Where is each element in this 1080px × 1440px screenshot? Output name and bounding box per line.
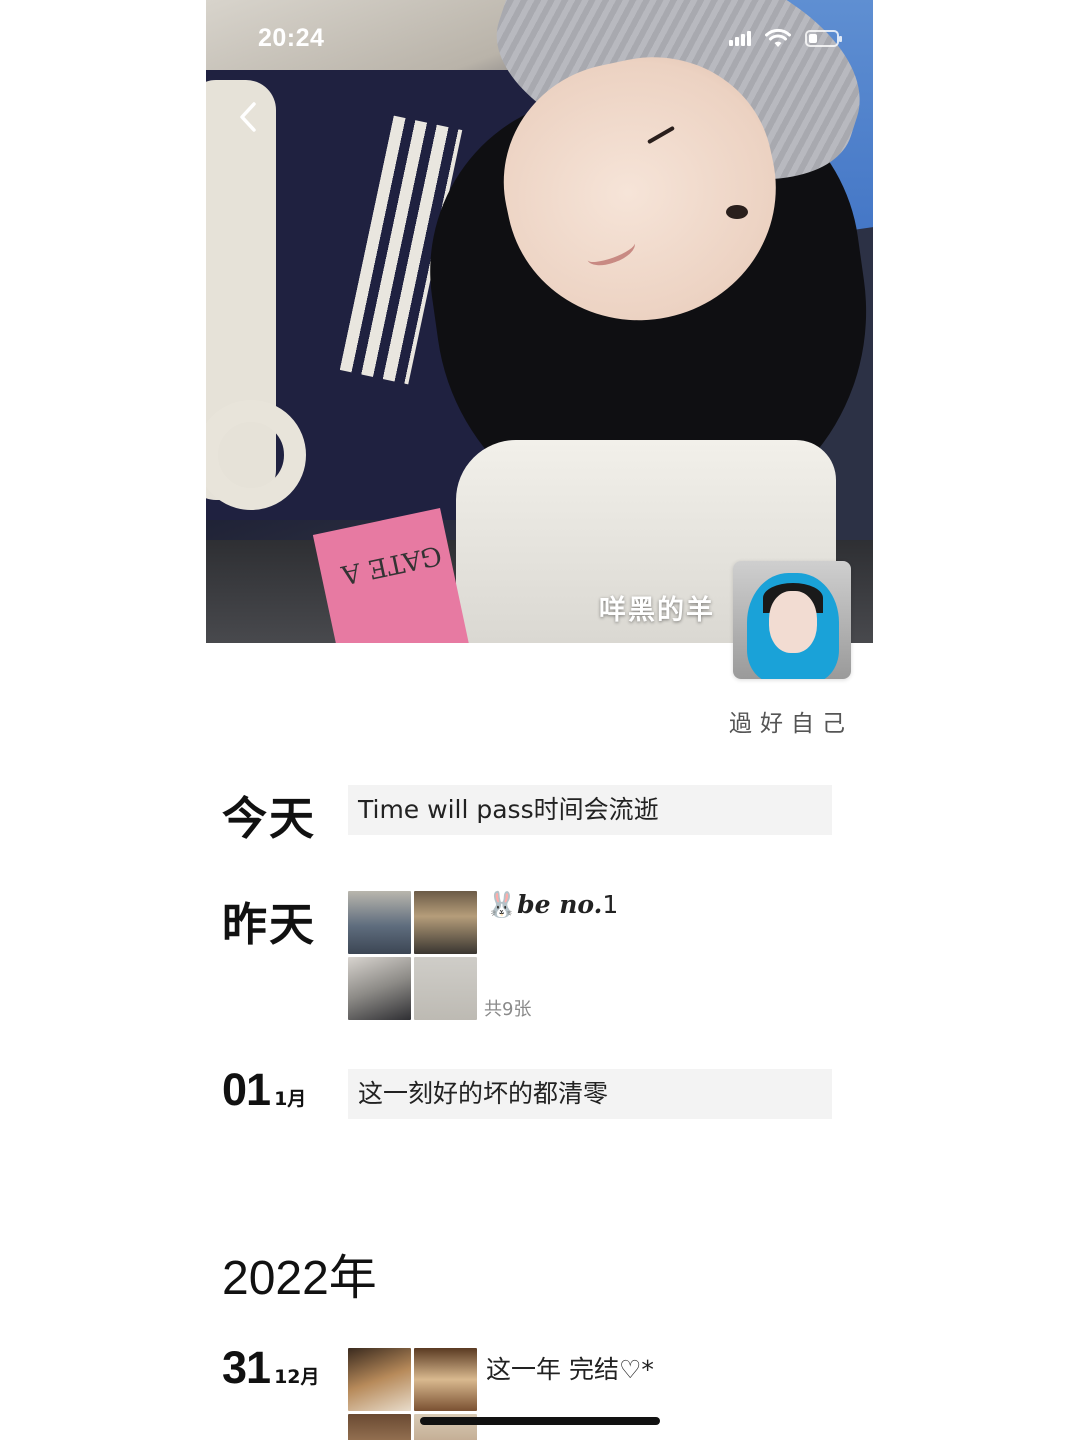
text-post[interactable]: Time will pass时间会流逝	[348, 785, 832, 835]
photo-thumbnail	[348, 1414, 411, 1440]
moments-page: GATE A 20:24 咩黑的羊 過好自己 今天 Time will pass…	[206, 0, 873, 1440]
profile-signature: 過好自己	[729, 711, 853, 737]
photo-thumbnail	[348, 891, 411, 954]
post-date-label: 01 1月	[222, 1064, 307, 1115]
year-header: 2022年	[222, 1252, 377, 1305]
post-caption[interactable]: 🐰be no.1	[486, 890, 618, 920]
photo-thumbnail	[414, 1348, 477, 1411]
post-day-label: 今天	[222, 792, 317, 845]
home-indicator[interactable]	[420, 1417, 660, 1425]
avatar[interactable]	[733, 561, 851, 679]
text-post[interactable]: 这一刻好的坏的都清零	[348, 1069, 832, 1119]
photo-count: 共9张	[484, 999, 532, 1020]
photo-grid[interactable]	[348, 891, 477, 1020]
photo-thumbnail	[414, 957, 477, 1020]
photo-grid[interactable]	[348, 1348, 477, 1440]
rabbit-emoji: 🐰	[486, 890, 518, 919]
cover-username[interactable]: 咩黑的羊	[599, 588, 715, 627]
wifi-icon	[765, 28, 791, 47]
back-arrow-icon[interactable]	[234, 100, 264, 134]
post-date-label: 31 12月	[222, 1342, 320, 1393]
status-icons	[729, 28, 842, 48]
post-caption[interactable]: 这一年 完结♡*	[486, 1350, 654, 1386]
battery-icon	[805, 29, 842, 47]
photo-thumbnail	[414, 891, 477, 954]
photo-thumbnail	[348, 1348, 411, 1411]
cover-photo[interactable]: GATE A	[206, 0, 873, 643]
photo-thumbnail	[348, 957, 411, 1020]
status-time: 20:24	[258, 24, 325, 52]
signal-icon	[729, 30, 751, 46]
post-day-label: 昨天	[222, 898, 317, 951]
